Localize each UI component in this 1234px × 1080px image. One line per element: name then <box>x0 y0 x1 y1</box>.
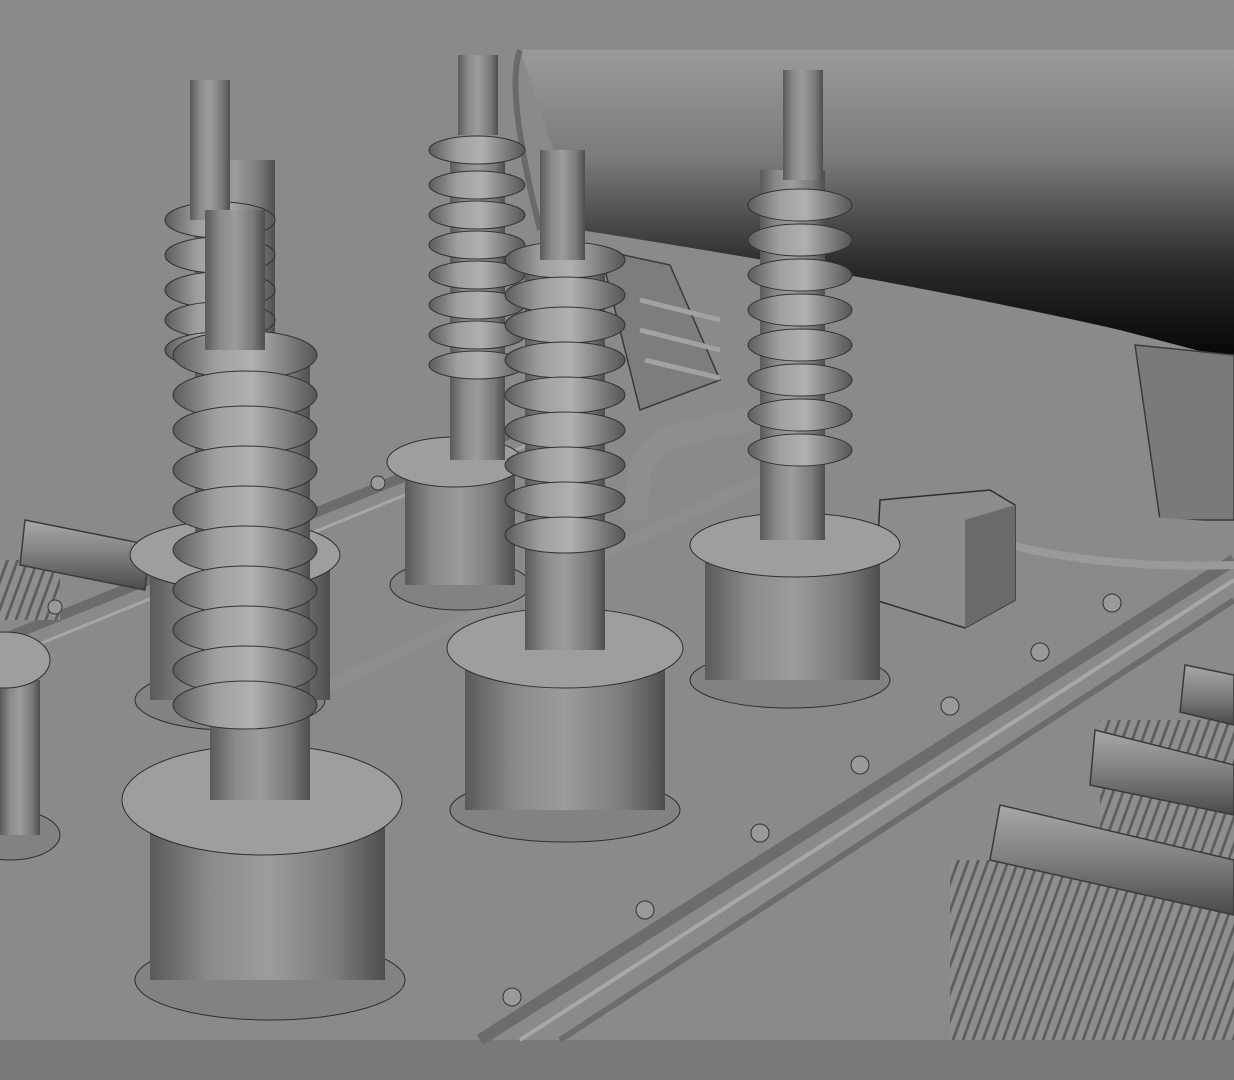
bottom-strip <box>0 1040 1234 1080</box>
transformer-render <box>0 0 1234 1080</box>
3d-viewport <box>0 0 1234 1080</box>
junction-box <box>874 489 1016 629</box>
